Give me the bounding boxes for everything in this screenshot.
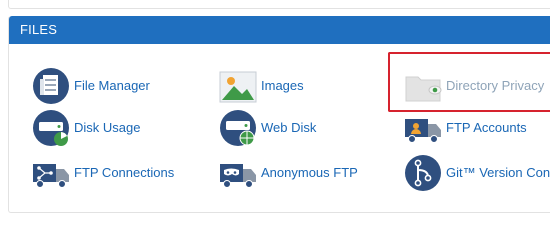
top-strip xyxy=(0,0,550,16)
files-panel: FILES File Manager Images Directory Priv… xyxy=(8,16,550,213)
file-manager-icon xyxy=(33,68,69,104)
anonymous-ftp-label: Anonymous FTP xyxy=(261,165,358,180)
anonymous-ftp-icon xyxy=(220,164,256,188)
disk-usage-label: Disk Usage xyxy=(74,120,141,135)
ftp-accounts-icon xyxy=(405,119,441,143)
web-disk-icon xyxy=(220,110,256,146)
images-label: Images xyxy=(261,78,304,93)
ftp-accounts-label: FTP Accounts xyxy=(446,120,527,135)
git-version-control-icon xyxy=(405,155,441,191)
web-disk-label: Web Disk xyxy=(261,120,317,135)
file-manager-label: File Manager xyxy=(74,78,150,93)
images-icon xyxy=(219,71,257,103)
git-version-control-label: Git™ Version Control xyxy=(446,165,550,180)
highlight-box xyxy=(388,52,550,112)
panel-title: FILES xyxy=(20,22,58,37)
ftp-connections-icon xyxy=(33,164,69,188)
disk-usage-icon xyxy=(33,110,69,146)
files-panel-header[interactable]: FILES xyxy=(9,16,550,44)
ftp-connections-label: FTP Connections xyxy=(74,165,175,180)
previous-panel-edge xyxy=(8,0,550,9)
